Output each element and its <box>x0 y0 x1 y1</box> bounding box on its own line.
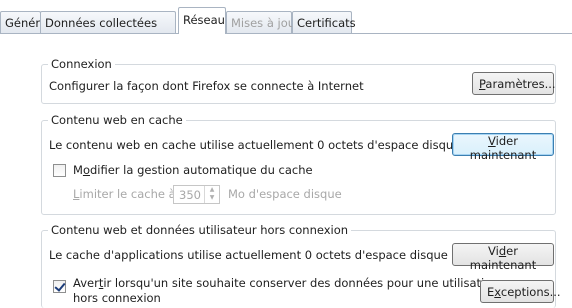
offline-legend: Contenu web et données utilisateur hors … <box>48 223 352 237</box>
cache-size-value: 350 <box>179 188 201 202</box>
cache-legend: Contenu web en cache <box>48 113 186 127</box>
warn-offline-label-line2: hors connexion <box>73 291 161 305</box>
parametres-label: aramètres... <box>485 76 556 91</box>
warn-offline-checkbox[interactable] <box>53 280 66 293</box>
override-cache-checkbox[interactable] <box>53 164 66 177</box>
clear-cache-mnemonic: V <box>488 134 496 148</box>
limit-cache-label-rest: imiter le cache à <box>79 187 176 201</box>
clear-offline-button[interactable]: Vider maintenant <box>452 243 554 272</box>
override-cache-label-rest: difier la gestion automatique du cache <box>89 163 313 177</box>
tab-strip: Général Données collectées Réseau Mises … <box>0 6 572 36</box>
connexion-group: Connexion Configurer la façon dont Firef… <box>41 57 556 104</box>
exceptions-label-rest: ceptions... <box>500 284 561 299</box>
override-cache-label[interactable]: Modifier la gestion automatique du cache <box>73 163 313 177</box>
spinner-up-icon: ▲ <box>209 186 215 193</box>
override-cache-mnemonic: o <box>82 163 90 177</box>
clear-offline-label-start: Vi <box>488 244 499 258</box>
tab-mises-a-jour: Mises à jour <box>226 11 300 33</box>
spinner-down-icon: ▼ <box>209 194 215 201</box>
connexion-legend: Connexion <box>48 57 115 71</box>
cache-group: Contenu web en cache Le contenu web en c… <box>41 113 556 215</box>
tab-donnees-collectees[interactable]: Données collectées <box>40 11 176 33</box>
override-cache-label-start: M <box>73 163 83 177</box>
warn-offline-label-start: Aver <box>73 276 99 290</box>
connexion-text: Configurer la façon dont Firefox se conn… <box>49 79 364 93</box>
exceptions-mnemonic: x <box>494 284 501 299</box>
warn-offline-label[interactable]: Avertir lorsqu'un site souhaite conserve… <box>73 276 499 290</box>
offline-usage-text: Le cache d'applications utilise actuelle… <box>49 248 448 262</box>
exceptions-button[interactable]: Exceptions... <box>480 280 561 303</box>
cache-size-spinner: 350 ▲ ▼ <box>173 185 220 204</box>
warn-offline-label-rest: ir lorsqu'un site souhaite conserver des… <box>103 276 499 290</box>
cache-usage-text: Le contenu web en cache utilise actuelle… <box>49 138 461 152</box>
clear-cache-label: ider maintenant <box>469 134 537 162</box>
limit-cache-unit: Mo d'espace disque <box>228 187 342 201</box>
offline-group: Contenu web et données utilisateur hors … <box>41 223 561 308</box>
tab-general[interactable]: Général <box>0 11 50 33</box>
limit-cache-label: Limiter le cache à <box>73 187 176 201</box>
tab-divider <box>0 33 572 34</box>
parametres-button[interactable]: Paramètres... <box>472 72 556 95</box>
spinner-arrows: ▲ ▼ <box>204 186 219 203</box>
clear-cache-button[interactable]: Vider maintenant <box>452 133 554 162</box>
tab-reseau[interactable]: Réseau <box>178 7 226 34</box>
tab-certificats[interactable]: Certificats <box>292 11 356 33</box>
